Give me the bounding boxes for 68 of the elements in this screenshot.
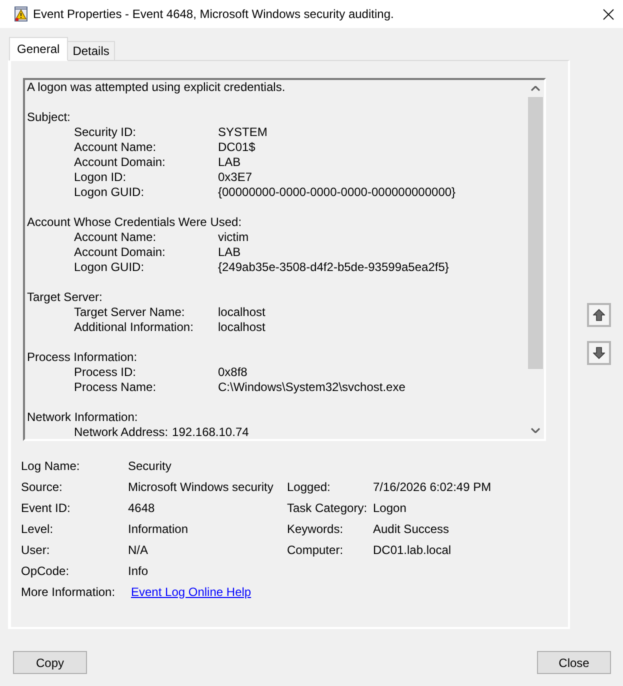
field-value: {00000000-0000-0000-0000-000000000000} [218, 185, 456, 200]
detail-label: Computer: [287, 542, 344, 558]
detail-value: 7/16/2026 6:02:49 PM [373, 478, 492, 496]
field-label: Target Server Name: [74, 305, 186, 320]
field-label: Logon GUID: [74, 260, 146, 275]
arrow-up-icon [593, 309, 605, 321]
detail-value: Information [128, 520, 190, 538]
detail-value: Audit Success [373, 520, 450, 538]
tab[interactable]: General [9, 37, 68, 61]
close-icon [602, 8, 614, 20]
detail-label: More Information: [21, 584, 116, 600]
detail-value: Logon [373, 500, 406, 516]
detail-label: Keywords: [287, 520, 344, 538]
field-value: C:\Windows\System32\svchost.exe [218, 380, 406, 395]
detail-label: Logged: [287, 478, 332, 496]
section-heading: Network Information: [27, 410, 138, 425]
detail-label: Task Category: [287, 500, 368, 516]
field-label: Account Domain: [74, 245, 166, 260]
detail-value: N/A [128, 542, 150, 558]
dialog-button[interactable]: Close [537, 651, 611, 674]
field-value: LAB [218, 245, 241, 260]
event-description-text: A logon was attempted using explicit credentials. [27, 80, 286, 95]
section-heading: Process Information: [27, 350, 138, 365]
field-label: Network Address: [74, 425, 168, 439]
move-up-button[interactable] [587, 303, 611, 327]
section-heading: Subject: [27, 110, 70, 125]
detail-label: Source: [21, 478, 64, 496]
field-label: Process Name: [74, 380, 158, 395]
window-title: Event Properties - Event 4648, Microsoft Windows security auditing. [33, 6, 394, 23]
detail-label: Level: [21, 520, 54, 538]
section-heading: Account Whose Credentials Were Used: [27, 215, 242, 230]
chevron-down-icon [531, 428, 540, 433]
section-heading: Target Server: [27, 290, 102, 305]
field-value: 0x3E7 [218, 170, 252, 185]
chevron-up-icon [531, 86, 540, 91]
field-label: Process ID: [74, 365, 138, 380]
field-label: Additional Information: [74, 320, 194, 335]
field-value: 192.168.10.74 [172, 425, 249, 439]
field-label: Account Name: [74, 230, 158, 245]
field-label: Account Name: [74, 140, 158, 155]
move-down-button[interactable] [587, 341, 611, 365]
detail-value: DC01.lab.local [373, 542, 452, 558]
field-value: {249ab35e-3508-d4f2-b5de-93599a5ea2f5} [218, 260, 449, 275]
tab[interactable]: Details [66, 41, 116, 60]
detail-value: Security [128, 458, 172, 474]
arrow-down-icon [593, 347, 605, 359]
detail-label: User: [21, 542, 51, 558]
detail-value: Info [128, 562, 150, 580]
detail-label: Event ID: [21, 500, 72, 516]
field-label: Security ID: [74, 125, 138, 140]
field-label: Logon GUID: [74, 185, 146, 200]
field-value: localhost [218, 305, 266, 320]
scrollbar-thumb[interactable] [528, 97, 543, 369]
dialog-button[interactable]: Copy [13, 651, 87, 674]
field-value: localhost [218, 320, 266, 335]
field-value: DC01$ [218, 140, 256, 155]
field-label: Logon ID: [74, 170, 128, 185]
field-label: Account Domain: [74, 155, 166, 170]
notebook-warning-icon [13, 6, 29, 22]
detail-value: 4648 [128, 500, 156, 516]
field-value: 0x8f8 [218, 365, 248, 380]
detail-label: Log Name: [21, 458, 81, 474]
help-link[interactable]: Event Log Online Help [131, 582, 252, 600]
field-value: LAB [218, 155, 241, 170]
detail-value: Microsoft Windows security [128, 478, 274, 496]
detail-label: OpCode: [21, 562, 70, 580]
field-value: victim [218, 230, 249, 245]
field-value: SYSTEM [218, 125, 268, 140]
